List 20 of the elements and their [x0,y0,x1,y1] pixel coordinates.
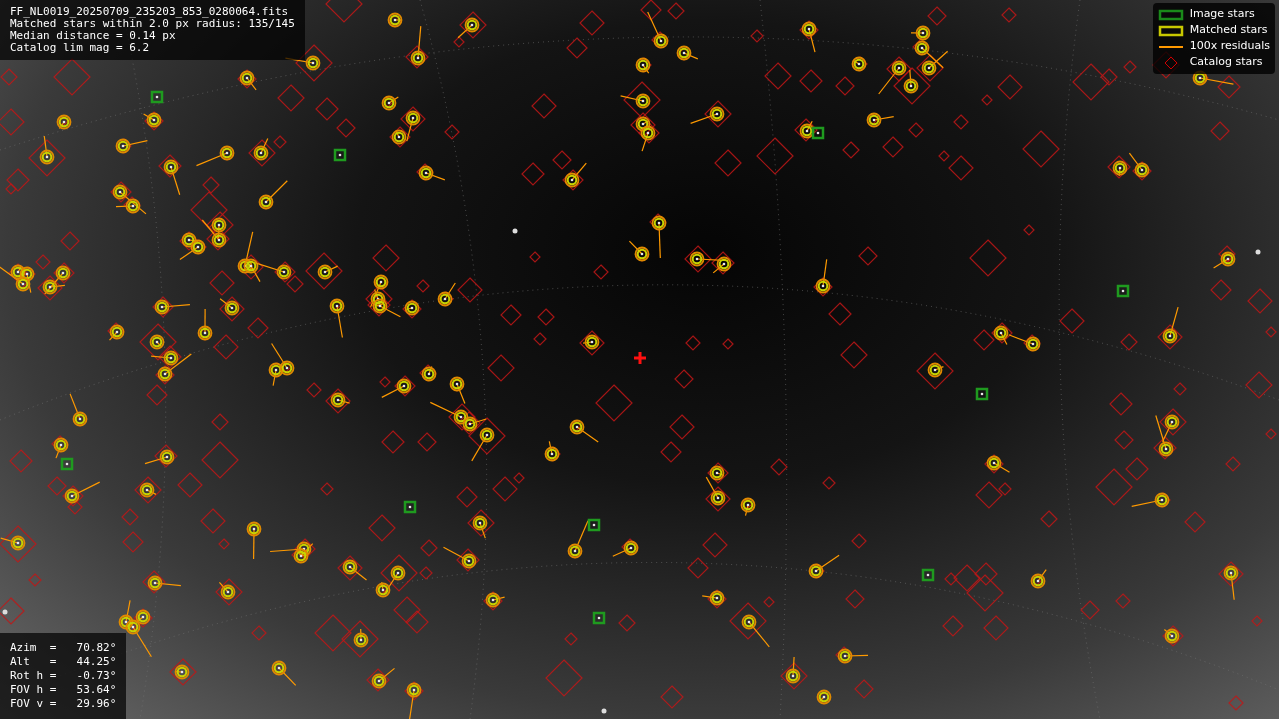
legend-swatch-icon [1157,24,1184,37]
info-line: Matched stars within 2.0 px radius: 135/145 [10,18,295,30]
readout-value: 29.96° [75,697,117,711]
legend-swatch-icon [1157,8,1184,21]
readout-value: -0.73° [75,669,117,683]
readout-value: 70.82° [75,641,117,655]
readout-label: FOV v = [10,697,57,711]
info-line: Catalog lim mag = 6.2 [10,42,151,54]
legend-label: Matched stars [1189,22,1268,39]
legend-label: Image stars [1189,6,1255,23]
readout-label: Azim = [10,641,57,655]
legend-label: Catalog stars [1189,54,1263,71]
readout-label: Rot h = [10,669,57,683]
info-line: FF_NL0019_20250709_235203_853_0280064.fits [10,6,290,18]
info-line: Median distance = 0.14 px [10,30,177,42]
readout-label: Alt = [10,655,57,669]
legend-label: 100x residuals [1189,38,1270,55]
readout-value: 44.25° [75,655,117,669]
readout-value: 53.64° [75,683,117,697]
readout-label: FOV h = [10,683,57,697]
